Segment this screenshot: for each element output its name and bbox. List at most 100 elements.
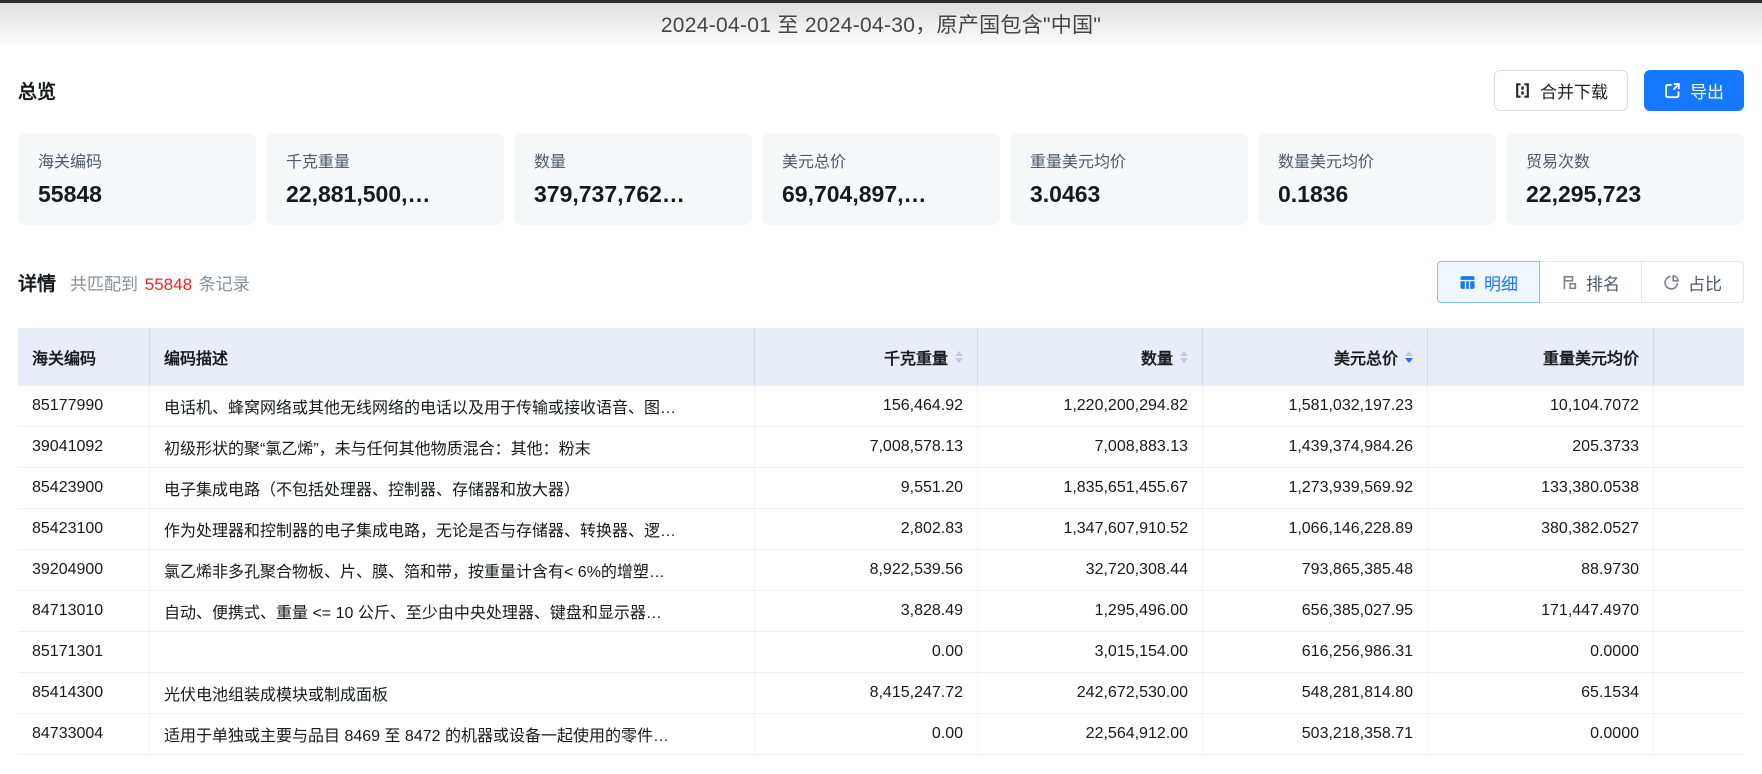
avg-price-cell: 380,382.0527 <box>1428 509 1654 550</box>
table-icon <box>1459 274 1476 291</box>
kg-weight-cell: 3,828.49 <box>755 591 978 632</box>
description-cell: 电子集成电路（不包括处理器、控制器、存储器和放大器） <box>150 468 755 509</box>
table-row[interactable]: 39204900 氯乙烯非多孔聚合物板、片、膜、箔和带，按重量计含有< 6%的增塑… <box>18 550 1744 591</box>
table-row[interactable]: 84733004 适用于单独或主要与品目 8469 至 8472 的机器或设备一起… <box>18 714 1744 755</box>
stat-value: 0.1836 <box>1278 181 1349 207</box>
usd-total-cell: 616,256,986.31 <box>1203 632 1428 673</box>
merge-cells-icon <box>1514 82 1531 99</box>
quantity-cell: 1,220,200,294.82 <box>978 386 1203 427</box>
description-cell: 作为处理器和控制器的电子集成电路，无论是否与存储器、转换器、逻… <box>150 509 755 550</box>
stat-value: 69,704,897,… <box>782 181 927 207</box>
stat-card-hs-code: 海关编码 55848 <box>18 133 256 225</box>
column-header-quantity[interactable]: 数量 <box>978 328 1203 386</box>
usd-total-cell: 1,066,146,228.89 <box>1203 509 1428 550</box>
quantity-cell: 1,347,607,910.52 <box>978 509 1203 550</box>
quantity-cell: 7,008,883.13 <box>978 427 1203 468</box>
tab-ranking[interactable]: 排名 <box>1539 261 1642 303</box>
stat-value: 379,737,762… <box>534 181 685 207</box>
top-banner: 2024-04-01 至 2024-04-30，原产国包含"中国" <box>0 0 1762 44</box>
column-header-avg-price: 重量美元均价 <box>1428 328 1654 386</box>
tab-label: 占比 <box>1688 274 1722 294</box>
stat-card-kg-weight: 千克重量 22,881,500,… <box>266 133 504 225</box>
description-cell <box>150 632 755 673</box>
match-suffix: 条记录 <box>198 274 250 294</box>
avg-price-cell: 0.0000 <box>1428 632 1654 673</box>
table-row[interactable]: 85423900 电子集成电路（不包括处理器、控制器、存储器和放大器） 9,551.… <box>18 468 1744 509</box>
description-cell: 自动、便携式、重量 <= 10 公斤、至少由中央处理器、键盘和显示器… <box>150 591 755 632</box>
stat-value: 22,295,723 <box>1526 181 1642 207</box>
stat-label: 数量 <box>534 154 567 171</box>
table-row[interactable]: 85414300 光伏电池组装成模块或制成面板 8,415,247.72 242,67… <box>18 673 1744 714</box>
description-cell: 适用于单独或主要与品目 8469 至 8472 的机器或设备一起使用的零件… <box>150 714 755 755</box>
export-label: 导出 <box>1690 83 1724 102</box>
description-cell: 光伏电池组装成模块或制成面板 <box>150 673 755 714</box>
stat-label: 美元总价 <box>782 154 847 171</box>
table-row[interactable]: 84713010 自动、便携式、重量 <= 10 公斤、至少由中央处理器、键盘和显… <box>18 591 1744 632</box>
table-row[interactable]: 85177990 电话机、蜂窝网络或其他无线网络的电话以及用于传输或接收语音、图…… <box>18 386 1744 427</box>
usd-total-cell: 1,273,939,569.92 <box>1203 468 1428 509</box>
table-body: 85177990 电话机、蜂窝网络或其他无线网络的电话以及用于传输或接收语音、图…… <box>18 386 1744 755</box>
spacer-cell <box>1654 468 1744 509</box>
usd-total-cell: 1,581,032,197.23 <box>1203 386 1428 427</box>
column-header-kg-weight[interactable]: 千克重量 <box>755 328 978 386</box>
quantity-cell: 1,295,496.00 <box>978 591 1203 632</box>
kg-weight-cell: 8,922,539.56 <box>755 550 978 591</box>
view-switcher: 明细 排名 占比 <box>1437 261 1744 303</box>
tab-proportion[interactable]: 占比 <box>1641 261 1744 303</box>
quantity-cell: 3,015,154.00 <box>978 632 1203 673</box>
stat-value: 55848 <box>38 181 102 207</box>
match-count: 55848 <box>144 274 193 294</box>
spacer-cell <box>1654 673 1744 714</box>
kg-weight-cell: 0.00 <box>755 632 978 673</box>
tab-detail[interactable]: 明细 <box>1437 261 1540 303</box>
ranking-icon <box>1561 274 1578 291</box>
column-header-usd-total[interactable]: 美元总价 <box>1203 328 1428 386</box>
hs-code-cell: 85423900 <box>18 468 150 509</box>
column-header-spacer <box>1654 328 1744 386</box>
hs-code-cell: 84713010 <box>18 591 150 632</box>
spacer-cell <box>1654 632 1744 673</box>
sort-carets[interactable] <box>1180 351 1188 363</box>
avg-price-cell: 133,380.0538 <box>1428 468 1654 509</box>
kg-weight-cell: 9,551.20 <box>755 468 978 509</box>
table-row[interactable]: 85171301 0.00 3,015,154.00 616,256,986.31 0.… <box>18 632 1744 673</box>
stat-label: 数量美元均价 <box>1278 154 1375 171</box>
stat-card-quantity: 数量 379,737,762… <box>514 133 752 225</box>
table-row[interactable]: 39041092 初级形状的聚“氯乙烯”，未与任何其他物质混合：其他：粉末 7,00… <box>18 427 1744 468</box>
stat-card-usd-total: 美元总价 69,704,897,… <box>762 133 1000 225</box>
detail-heading: 详情 <box>18 273 57 295</box>
stat-card-trade-count: 贸易次数 22,295,723 <box>1506 133 1744 225</box>
quantity-cell: 242,672,530.00 <box>978 673 1203 714</box>
stat-label: 千克重量 <box>286 154 351 171</box>
hs-code-cell: 85171301 <box>18 632 150 673</box>
hs-code-cell: 39204900 <box>18 550 150 591</box>
usd-total-cell: 793,865,385.48 <box>1203 550 1428 591</box>
usd-total-cell: 503,218,358.71 <box>1203 714 1428 755</box>
stat-label: 贸易次数 <box>1526 154 1591 171</box>
overview-actions: 合并下载 导出 <box>1494 70 1744 111</box>
quantity-cell: 22,564,912.00 <box>978 714 1203 755</box>
overview-stat-cards: 海关编码 55848 千克重量 22,881,500,… 数量 379,737,… <box>18 133 1744 225</box>
kg-weight-cell: 7,008,578.13 <box>755 427 978 468</box>
quantity-cell: 32,720,308.44 <box>978 550 1203 591</box>
sort-carets[interactable] <box>955 351 963 363</box>
avg-price-cell: 0.0000 <box>1428 714 1654 755</box>
hs-code-cell: 84733004 <box>18 714 150 755</box>
avg-price-cell: 205.3733 <box>1428 427 1654 468</box>
stat-card-avg-price-quantity: 数量美元均价 0.1836 <box>1258 133 1496 225</box>
avg-price-cell: 10,104.7072 <box>1428 386 1654 427</box>
stat-value: 3.0463 <box>1030 181 1101 207</box>
tab-label: 排名 <box>1586 274 1620 294</box>
spacer-cell <box>1654 427 1744 468</box>
sort-carets[interactable] <box>1405 351 1413 363</box>
table-row[interactable]: 85423100 作为处理器和控制器的电子集成电路，无论是否与存储器、转换器、逻…… <box>18 509 1744 550</box>
query-summary-title: 2024-04-01 至 2024-04-30，原产国包含"中国" <box>660 13 1102 37</box>
quantity-cell: 1,835,651,455.67 <box>978 468 1203 509</box>
detail-table: 海关编码 编码描述 千克重量 数量 美元总价 重量美元均价 85177990 电话… <box>18 328 1744 755</box>
usd-total-cell: 548,281,814.80 <box>1203 673 1428 714</box>
overview-heading: 总览 <box>18 82 57 103</box>
avg-price-cell: 171,447.4970 <box>1428 591 1654 632</box>
export-button[interactable]: 导出 <box>1644 70 1744 111</box>
merge-download-button[interactable]: 合并下载 <box>1494 70 1628 111</box>
match-record-text: 共匹配到 55848 条记录 <box>70 270 250 295</box>
